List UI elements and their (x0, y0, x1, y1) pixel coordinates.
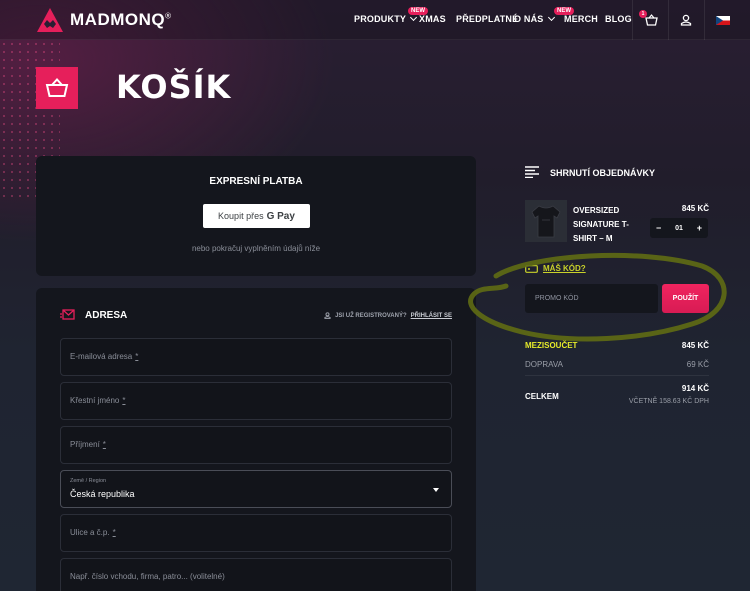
order-summary-title: SHRNUTÍ OBJEDNÁVKY (550, 168, 656, 178)
chevron-down-icon (410, 13, 418, 22)
email-placeholder: E-mailová adresa * (70, 352, 139, 361)
login-prompt: JSI UŽ REGISTROVANÝ? PŘIHLÁSIT SE (324, 312, 452, 319)
language-button[interactable] (713, 10, 733, 30)
promo-question: MÁŠ KÓD? (543, 264, 586, 273)
country-value: Česká republika (70, 489, 135, 499)
page-title: KOŠÍK (116, 68, 232, 106)
user-icon (324, 312, 331, 319)
nav-produkty[interactable]: PRODUKTY (354, 13, 418, 24)
madmonq-logo-icon (37, 8, 63, 32)
country-select[interactable]: Země / Region Česká republika (60, 470, 452, 508)
express-payment-card: EXPRESNÍ PLATBA Koupit přes G Pay nebo p… (36, 156, 476, 276)
apply-promo-button[interactable]: POUŽÍT (662, 284, 709, 313)
shipping-value: 69 KČ (686, 360, 709, 369)
google-pay-logo: G Pay (266, 210, 295, 222)
nav-predplatne[interactable]: PŘEDPLATNÉ (456, 14, 518, 24)
first-name-field[interactable]: Křestní jméno * (60, 382, 452, 420)
chevron-down-icon (547, 13, 555, 22)
envelope-icon (60, 309, 75, 320)
brand-name: MADMONQ® (70, 10, 172, 29)
cart-title-icon-box (36, 67, 78, 109)
nav-blog[interactable]: BLOG (605, 14, 632, 24)
address-line2-field[interactable]: Např. číslo vchodu, firma, patro... (vol… (60, 558, 452, 591)
brand-logo[interactable]: MADMONQ® (36, 7, 172, 33)
country-label: Země / Region (70, 478, 107, 484)
street-field[interactable]: Ulice a č.p. * (60, 514, 452, 552)
summary-divider (525, 375, 709, 376)
quantity-stepper: − 01 + (650, 218, 708, 238)
first-name-placeholder: Křestní jméno * (70, 396, 126, 405)
address-card: ADRESA JSI UŽ REGISTROVANÝ? PŘIHLÁSIT SE… (36, 288, 476, 591)
last-name-placeholder: Příjmení * (70, 440, 106, 449)
quantity-value: 01 (675, 224, 683, 232)
nav-xmas[interactable]: XMAS (419, 14, 446, 24)
list-icon (525, 166, 539, 178)
street-placeholder: Ulice a č.p. * (70, 528, 116, 537)
gpay-label: Koupit přes (218, 211, 264, 221)
tshirt-icon (531, 205, 561, 238)
cart-count-badge: 1 (639, 10, 647, 18)
nav-o-nas[interactable]: O NÁS (514, 13, 555, 24)
vat-note: VČETNĚ 158.63 KČ DPH (628, 398, 709, 405)
address-line2-placeholder: Např. číslo vchodu, firma, patro... (vol… (70, 572, 225, 581)
google-pay-button[interactable]: Koupit přes G Pay (203, 204, 310, 228)
subtotal-value: 845 KČ (681, 341, 709, 350)
shipping-label: DOPRAVA (525, 360, 563, 369)
basket-icon (45, 78, 69, 97)
nav-divider (632, 0, 633, 40)
express-payment-title: EXPRESNÍ PLATBA (209, 176, 303, 187)
nav-divider (704, 0, 705, 40)
express-subtitle: nebo pokračuj vyplněním údajů níže (191, 244, 321, 253)
top-header: MADMONQ® PRODUKTY NEW XMAS PŘEDPLATNÉ O … (0, 0, 750, 40)
promo-code-toggle[interactable]: MÁŠ KÓD? (525, 264, 586, 273)
last-name-field[interactable]: Příjmení * (60, 426, 452, 464)
account-button[interactable] (676, 10, 696, 30)
login-question: JSI UŽ REGISTROVANÝ? (335, 312, 407, 319)
total-value: 914 KČ (681, 384, 709, 393)
subtotal-label: MEZISOUČET (525, 341, 578, 350)
product-price: 845 KČ (681, 204, 709, 213)
ticket-icon (525, 264, 538, 273)
total-label: CELKEM (525, 392, 559, 401)
login-link[interactable]: PŘIHLÁSIT SE (411, 313, 452, 319)
address-title: ADRESA (85, 310, 128, 321)
increase-quantity-button[interactable]: + (697, 223, 702, 233)
user-icon (680, 14, 692, 26)
product-name: OVERSIZED SIGNATURE T-SHIRT – M (573, 206, 629, 243)
czech-flag-icon (716, 15, 730, 25)
nav-merch[interactable]: MERCH (564, 14, 598, 24)
product-image[interactable] (525, 200, 567, 242)
nav-divider (668, 0, 669, 40)
dropdown-arrow-icon (433, 488, 439, 492)
email-field[interactable]: E-mailová adresa * (60, 338, 452, 376)
promo-code-input[interactable]: PROMO KÓD (525, 284, 658, 313)
decrease-quantity-button[interactable]: − (656, 223, 661, 233)
